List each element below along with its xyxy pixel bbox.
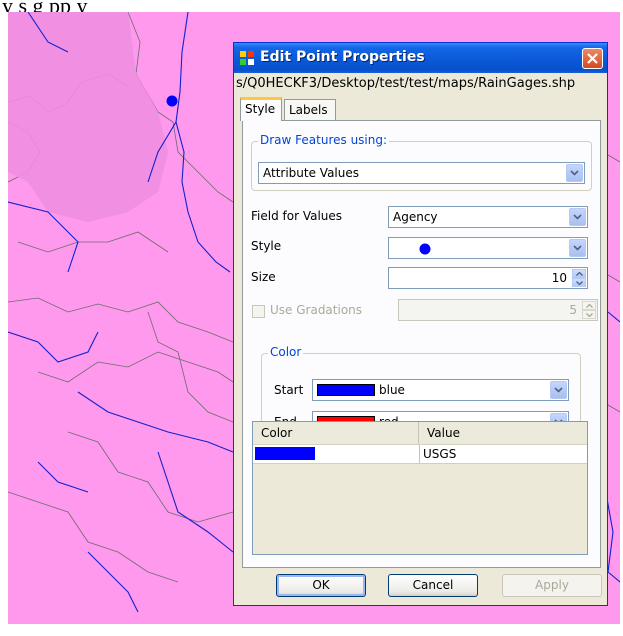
size-value: 10 bbox=[551, 271, 567, 285]
chevron-down-icon[interactable] bbox=[569, 208, 586, 226]
tab-labels[interactable]: Labels bbox=[284, 99, 336, 121]
chevron-down-icon[interactable] bbox=[569, 239, 586, 257]
draw-features-value: Attribute Values bbox=[263, 166, 360, 180]
style-select[interactable] bbox=[388, 237, 588, 259]
chevron-down-icon[interactable] bbox=[566, 164, 583, 182]
field-for-values-select[interactable]: Agency bbox=[388, 206, 588, 228]
app-grid-icon bbox=[240, 51, 254, 65]
start-color-value: blue bbox=[379, 383, 405, 397]
gradations-spinner[interactable]: 5 bbox=[398, 299, 598, 321]
table-header: Color Value bbox=[253, 422, 587, 445]
column-header-value[interactable]: Value bbox=[419, 422, 587, 444]
start-color-select[interactable]: blue bbox=[312, 379, 569, 401]
style-label: Style bbox=[251, 239, 282, 253]
use-gradations-label: Use Gradations bbox=[270, 303, 363, 317]
row-color-swatch bbox=[255, 447, 315, 460]
spin-up-icon[interactable] bbox=[582, 301, 596, 310]
size-spinner[interactable]: 10 bbox=[388, 267, 588, 289]
background-caption: y s g pp y bbox=[0, 0, 623, 12]
chevron-down-icon[interactable] bbox=[550, 381, 567, 399]
spin-down-icon[interactable] bbox=[582, 310, 596, 319]
point-marker-icon bbox=[419, 243, 431, 255]
table-row[interactable]: USGS bbox=[253, 445, 587, 464]
draw-features-title: Draw Features using: bbox=[258, 133, 390, 147]
dialog-title: Edit Point Properties bbox=[260, 49, 425, 65]
start-color-swatch bbox=[317, 384, 375, 396]
spin-up-icon[interactable] bbox=[572, 269, 586, 278]
column-header-color[interactable]: Color bbox=[253, 422, 419, 444]
cancel-button[interactable]: Cancel bbox=[388, 574, 478, 597]
edit-point-properties-dialog: Edit Point Properties s/Q0HECKF3/Desktop… bbox=[233, 42, 608, 606]
ok-button[interactable]: OK bbox=[276, 574, 366, 597]
tab-style[interactable]: Style bbox=[240, 97, 282, 121]
color-group-title: Color bbox=[268, 345, 304, 359]
gradations-spin-buttons[interactable] bbox=[582, 301, 596, 319]
start-color-label: Start bbox=[274, 383, 304, 397]
title-bar[interactable]: Edit Point Properties bbox=[234, 43, 607, 73]
rain-gage-point[interactable] bbox=[166, 95, 178, 107]
draw-features-select[interactable]: Attribute Values bbox=[258, 162, 585, 184]
field-for-values-label: Field for Values bbox=[251, 209, 343, 223]
use-gradations-checkbox[interactable] bbox=[252, 305, 265, 318]
row-value: USGS bbox=[419, 445, 456, 463]
close-button[interactable] bbox=[582, 48, 603, 69]
size-label: Size bbox=[251, 270, 276, 284]
gradations-value: 5 bbox=[569, 303, 577, 317]
size-spin-buttons[interactable] bbox=[572, 269, 586, 287]
spin-down-icon[interactable] bbox=[572, 278, 586, 287]
apply-button[interactable]: Apply bbox=[502, 574, 602, 597]
draw-features-group: Draw Features using: Attribute Values bbox=[251, 133, 592, 191]
color-value-table: Color Value USGS bbox=[252, 421, 588, 555]
field-for-values-value: Agency bbox=[393, 210, 438, 224]
shapefile-path: s/Q0HECKF3/Desktop/test/test/maps/RainGa… bbox=[234, 73, 607, 95]
close-icon bbox=[587, 53, 598, 64]
table-empty-area bbox=[253, 464, 587, 554]
